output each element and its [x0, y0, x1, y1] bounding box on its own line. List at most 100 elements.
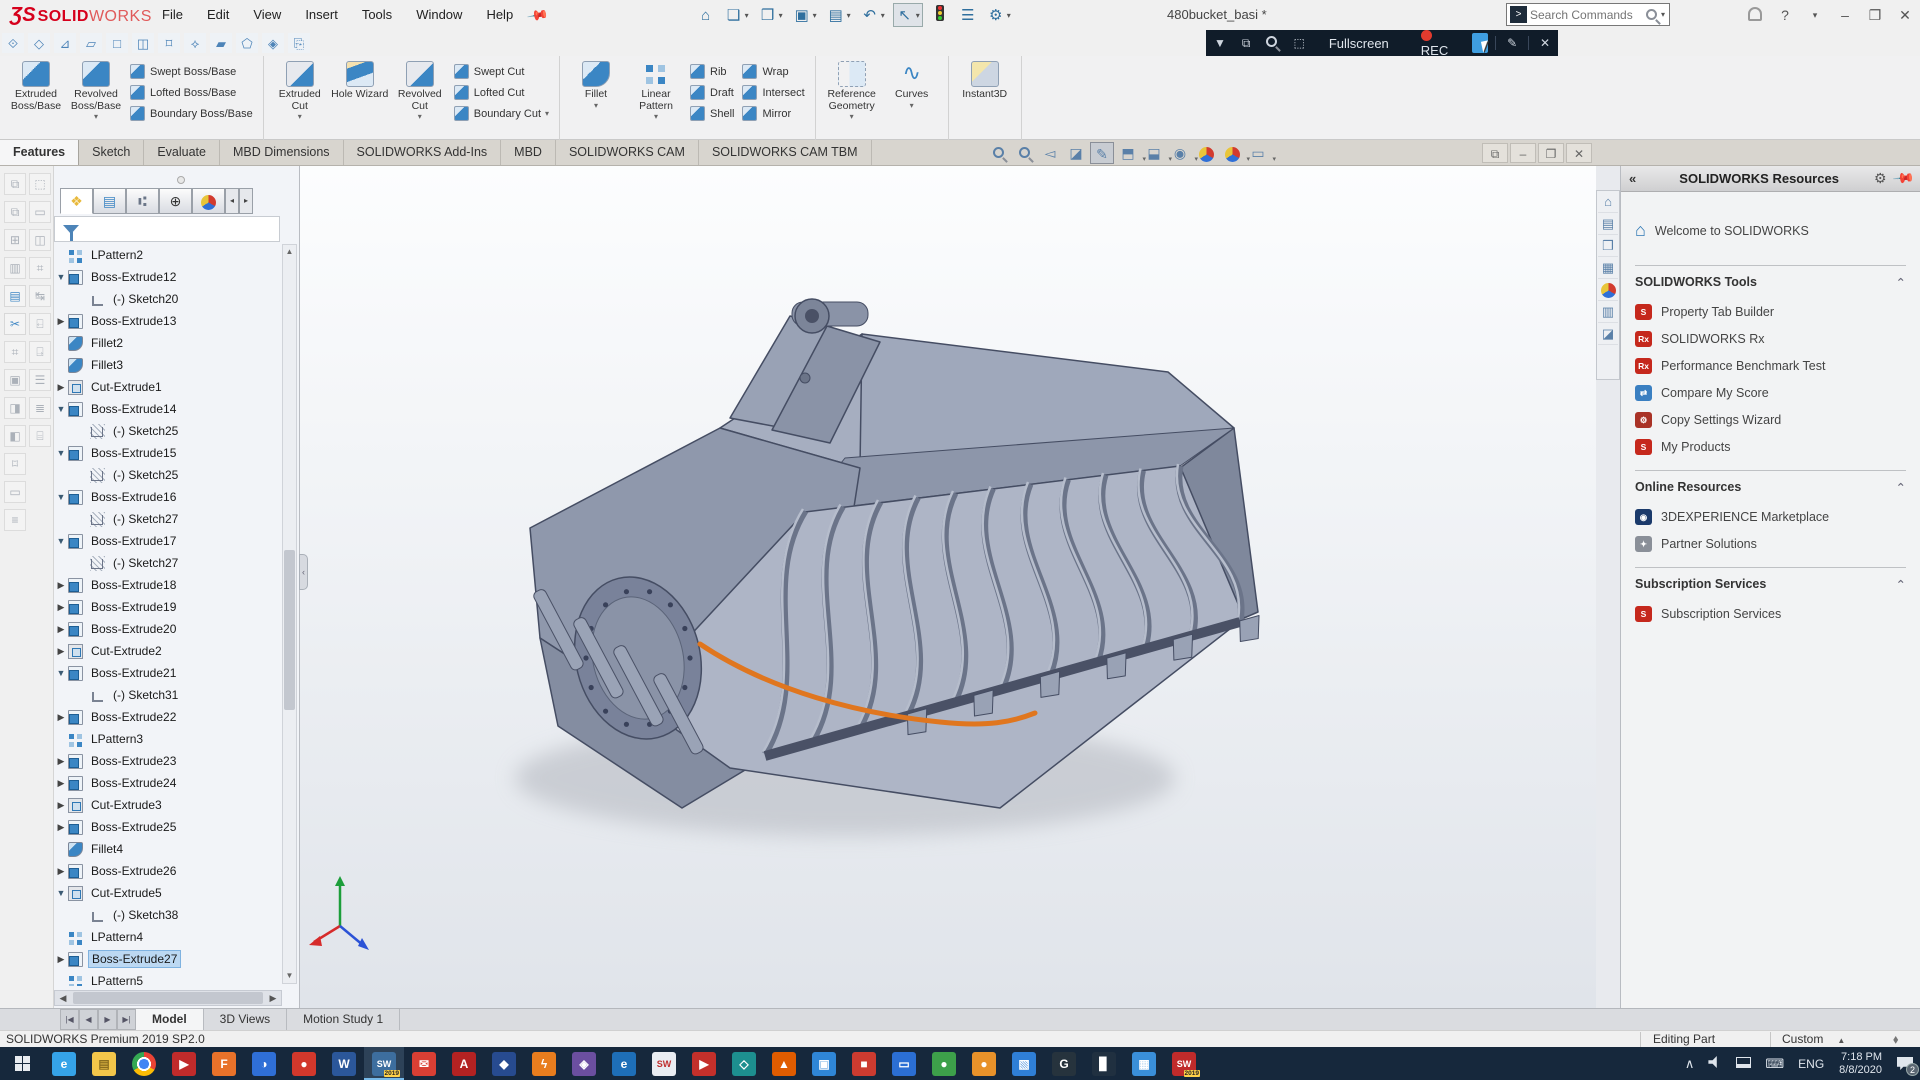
status-tag-icon[interactable]: ⬧	[1893, 1032, 1898, 1047]
small-toolbar-icon-10[interactable]: ⬠	[236, 33, 258, 53]
expand-closed-icon[interactable]: ▶	[54, 602, 68, 613]
tree-item[interactable]: (-) Sketch38	[54, 904, 282, 926]
small-toolbar-icon-4[interactable]: ▱	[80, 33, 102, 53]
hscroll-thumb[interactable]	[73, 992, 263, 1004]
recorder-fullscreen-label[interactable]: Fullscreen	[1329, 36, 1389, 51]
taskbar-app-photos[interactable]: ▧	[1004, 1047, 1044, 1080]
left-toolbar-icon[interactable]: ▤	[4, 285, 26, 307]
appearances-icon[interactable]	[1598, 279, 1618, 301]
task-pane-link[interactable]: SMy Products	[1635, 433, 1906, 460]
collapse-panel-icon[interactable]: «	[1629, 171, 1636, 186]
section-view-icon[interactable]: ◪	[1064, 142, 1088, 164]
expand-closed-icon[interactable]: ▶	[54, 800, 68, 811]
shell-button[interactable]: Shell	[690, 103, 734, 124]
tree-item[interactable]: ▶Boss-Extrude20	[54, 618, 282, 640]
search-input[interactable]	[1530, 8, 1646, 22]
annotation-views-icon[interactable]: ✎	[1090, 142, 1114, 164]
open-document-button[interactable]: ❒▾	[757, 4, 785, 26]
tree-item[interactable]: (-) Sketch27	[54, 552, 282, 574]
left-toolbar-icon[interactable]: ⌑	[4, 453, 26, 475]
view-palette-icon[interactable]: ▦	[1598, 257, 1618, 279]
panel-handle[interactable]	[177, 176, 185, 184]
featuremanager-tab[interactable]: ❖	[60, 188, 93, 214]
expand-open-icon[interactable]: ▼	[54, 668, 68, 678]
network-icon[interactable]	[1736, 1056, 1751, 1071]
menu-window[interactable]: Window	[404, 0, 474, 30]
tab-mbd[interactable]: MBD	[501, 140, 556, 165]
recorder-rec-button[interactable]: REC	[1421, 28, 1452, 58]
apply-scene-icon[interactable]: ▾	[1220, 142, 1244, 164]
tree-vertical-scrollbar[interactable]: ▲ ▼	[282, 244, 297, 984]
tree-item[interactable]: LPattern4	[54, 926, 282, 948]
search-icon[interactable]	[1646, 9, 1657, 20]
task-pane-link[interactable]: ✦Partner Solutions	[1635, 530, 1906, 557]
taskbar-app-chrome[interactable]	[124, 1047, 164, 1080]
tab-solidworks-cam-tbm[interactable]: SOLIDWORKS CAM TBM	[699, 140, 872, 165]
tab-mbd-dimensions[interactable]: MBD Dimensions	[220, 140, 344, 165]
left-toolbar-icon[interactable]: ◧	[4, 425, 26, 447]
expand-open-icon[interactable]: ▼	[54, 536, 68, 546]
undo-button[interactable]: ↶▾	[859, 4, 887, 26]
tree-item[interactable]: (-) Sketch31	[54, 684, 282, 706]
small-toolbar-icon-12[interactable]: ⎘	[288, 33, 310, 53]
fillet-button[interactable]: Fillet▾	[567, 59, 625, 110]
recorder-pencil-icon[interactable]: ✎	[1507, 36, 1517, 50]
hole-wizard-button[interactable]: Hole Wizard	[331, 59, 389, 101]
tree-item[interactable]: ▼Boss-Extrude14	[54, 398, 282, 420]
left-toolbar-icon[interactable]: ▣	[4, 369, 26, 391]
start-button[interactable]	[0, 1047, 44, 1080]
expand-closed-icon[interactable]: ▶	[54, 954, 68, 965]
taskbar-app-messenger[interactable]: ◑	[244, 1047, 284, 1080]
collapse-section-icon[interactable]: ⌃	[1896, 480, 1906, 495]
pin-panel-icon[interactable]: 📌	[1891, 166, 1915, 190]
taskbar-app-cpu-monitor[interactable]: ▊	[1084, 1047, 1124, 1080]
small-toolbar-icon-3[interactable]: ⊿	[54, 33, 76, 53]
expand-open-icon[interactable]: ▼	[54, 448, 68, 458]
home-tab-icon[interactable]: ⌂	[1598, 191, 1618, 213]
recorder-dropdown-icon[interactable]: ▼	[1214, 36, 1226, 50]
left-toolbar-icon[interactable]: ⧉	[4, 173, 26, 195]
menu-insert[interactable]: Insert	[293, 0, 350, 30]
task-pane-link[interactable]: SProperty Tab Builder	[1635, 298, 1906, 325]
extrude-boss-button[interactable]: Extruded Boss/Base	[7, 59, 65, 112]
lofted-boss-button[interactable]: Lofted Boss/Base	[130, 82, 253, 103]
left-toolbar-icon[interactable]: ⍇	[29, 313, 51, 335]
small-toolbar-icon-9[interactable]: ▰	[210, 33, 232, 53]
tree-item[interactable]: LPattern2	[54, 244, 282, 266]
small-toolbar-icon-6[interactable]: ◫	[132, 33, 154, 53]
tree-item[interactable]: ▶Boss-Extrude18	[54, 574, 282, 596]
tree-item[interactable]: ▶Boss-Extrude23	[54, 750, 282, 772]
tree-item[interactable]: Fillet2	[54, 332, 282, 354]
expand-closed-icon[interactable]: ▶	[54, 822, 68, 833]
recorder-pointer-button[interactable]	[1472, 33, 1489, 53]
intersect-button[interactable]: Intersect	[742, 82, 804, 103]
doc-tab-model[interactable]: Model	[136, 1009, 204, 1030]
boundary-cut-button[interactable]: Boundary Cut▾	[454, 103, 549, 124]
tree-item[interactable]: Fillet3	[54, 354, 282, 376]
tree-item[interactable]: ▼Boss-Extrude16	[54, 486, 282, 508]
taskbar-app-file-explorer[interactable]: ▤	[84, 1047, 124, 1080]
recorder-close-icon[interactable]: ✕	[1540, 36, 1550, 50]
left-toolbar-icon[interactable]: ☰	[29, 369, 51, 391]
expand-open-icon[interactable]: ▼	[54, 404, 68, 414]
tree-item[interactable]: ▼Boss-Extrude17	[54, 530, 282, 552]
expand-closed-icon[interactable]: ▶	[54, 580, 68, 591]
tab-nav-2[interactable]: ◀	[79, 1009, 98, 1030]
left-toolbar-icon[interactable]: ▥	[4, 257, 26, 279]
linear-pattern-button[interactable]: Linear Pattern▾	[627, 59, 685, 121]
task-pane-link[interactable]: RxPerformance Benchmark Test	[1635, 352, 1906, 379]
configurationmanager-tab[interactable]: ⑆	[126, 188, 159, 214]
tree-item[interactable]: (-) Sketch27	[54, 508, 282, 530]
left-toolbar-icon[interactable]: ⌗	[29, 257, 51, 279]
search-commands-box[interactable]: > ▾	[1506, 3, 1670, 26]
tree-filter-row[interactable]	[54, 216, 280, 242]
edit-appearance-icon[interactable]	[1194, 142, 1218, 164]
revolve-boss-button[interactable]: Revolved Boss/Base▾	[67, 59, 125, 121]
expand-closed-icon[interactable]: ▶	[54, 646, 68, 657]
scroll-thumb[interactable]	[284, 550, 295, 710]
language-indicator[interactable]: ENG	[1798, 1057, 1824, 1071]
taskbar-app-solidworks-2019[interactable]: SW2019	[364, 1047, 404, 1080]
doc-tab-3d-views[interactable]: 3D Views	[204, 1009, 287, 1030]
small-toolbar-icon-7[interactable]: ⌑	[158, 33, 180, 53]
small-toolbar-icon-1[interactable]: ⟐	[2, 33, 24, 53]
